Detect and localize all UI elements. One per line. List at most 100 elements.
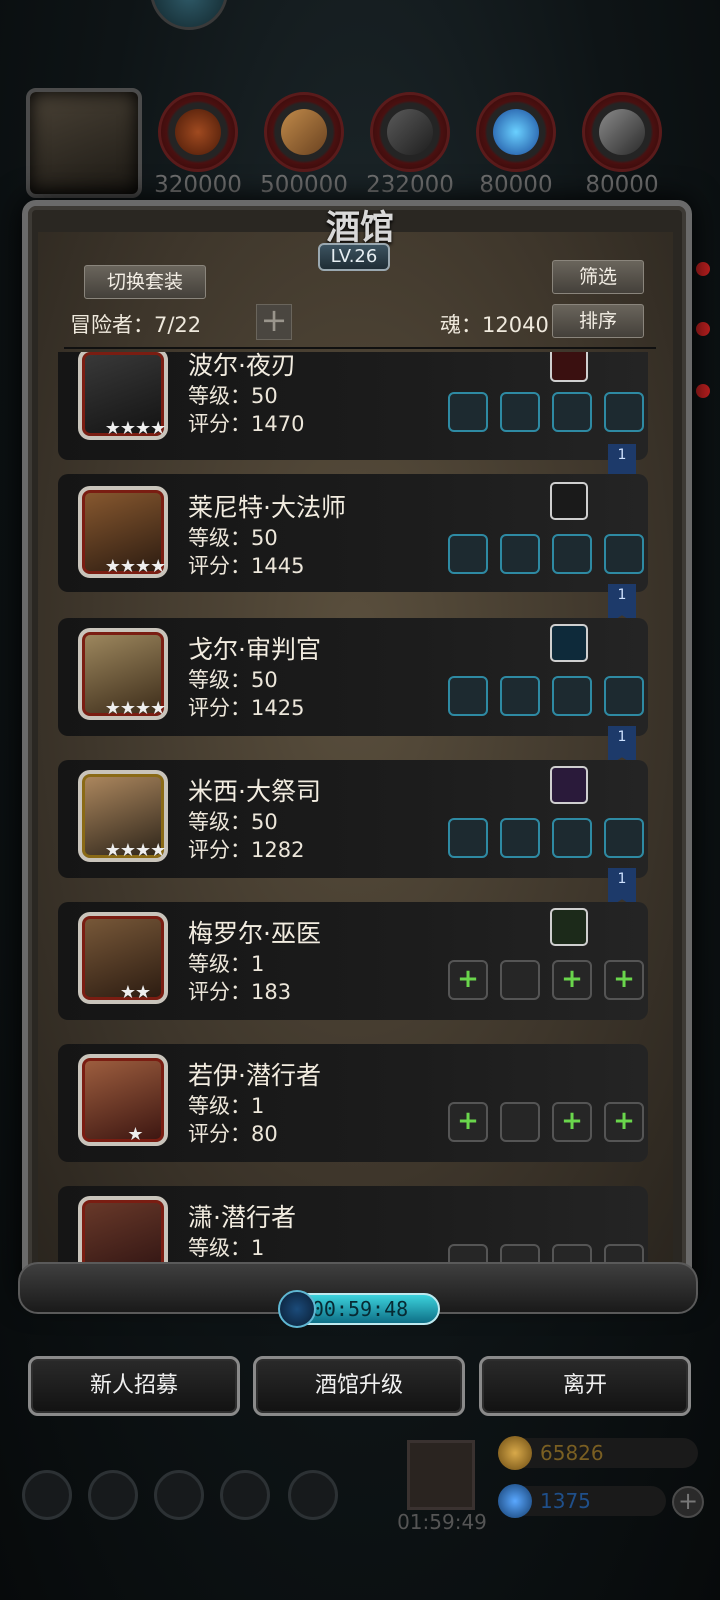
hero-level: 等级：1 — [188, 1094, 265, 1118]
hero-stars: ★ — [127, 1124, 143, 1145]
chest-timer: 01:59:49 — [397, 1510, 487, 1534]
hero-icon[interactable] — [88, 1470, 138, 1520]
filter-button[interactable]: 筛选 — [552, 260, 644, 294]
add-currency-button[interactable]: + — [672, 1486, 704, 1518]
inventory-icon[interactable] — [154, 1470, 204, 1520]
equipment-weapon-icon[interactable] — [448, 392, 488, 432]
gift-chest-icon[interactable] — [407, 1440, 475, 1510]
hero-name: 波尔·夜刃 — [188, 352, 296, 380]
resource-count: 80000 — [585, 172, 659, 198]
hero-score: 评分：1425 — [188, 696, 305, 720]
equipment-empty-ring-icon[interactable] — [552, 960, 592, 1000]
hero-score: 评分：1470 — [188, 412, 305, 436]
equipment-gauntlet-icon[interactable] — [604, 818, 644, 858]
top-avatar-bubble[interactable] — [150, 0, 228, 30]
soul-count: 魂：12040 — [440, 313, 549, 337]
add-adventurer-slot-button[interactable]: + — [256, 304, 292, 340]
mail-icon[interactable] — [220, 1470, 270, 1520]
gold-amount: 65826 — [540, 1441, 604, 1465]
resource-count: 80000 — [479, 172, 553, 198]
hero-card[interactable]: ★★★★ 戈尔·审判官 等级：50 评分：1425 — [58, 618, 648, 736]
hero-gem-icon[interactable] — [550, 766, 588, 804]
hero-card[interactable]: ★ 若伊·潜行者 等级：1 评分：80 — [58, 1044, 648, 1162]
equipment-ring-icon[interactable] — [552, 818, 592, 858]
hero-level: 等级：50 — [188, 384, 278, 408]
equipment-amulet-icon[interactable] — [604, 534, 644, 574]
hero-gem-icon[interactable] — [550, 482, 588, 520]
resource-crystal-icon — [476, 92, 556, 172]
equipment-empty-weapon-icon[interactable] — [448, 960, 488, 1000]
leave-button[interactable]: 离开 — [479, 1356, 691, 1416]
plus-icon: + — [260, 301, 288, 339]
hero-card[interactable]: ★★★★ 波尔·夜刃 等级：50 评分：1470 — [58, 352, 648, 460]
tavern-level-badge: LV.26 — [318, 243, 390, 271]
hero-stars: ★★ — [119, 982, 151, 1003]
hero-level: 等级：1 — [188, 1236, 265, 1260]
equipment-empty-ring-icon[interactable] — [604, 960, 644, 1000]
equipment-hammer-icon[interactable] — [448, 676, 488, 716]
equipment-empty-ring-icon[interactable] — [604, 1102, 644, 1142]
hero-score: 评分：80 — [188, 1122, 278, 1146]
hero-score: 评分：1282 — [188, 838, 305, 862]
gem-icon — [498, 1484, 532, 1518]
hero-score: 评分：1445 — [188, 554, 305, 578]
hero-stars: ★★★★ — [104, 840, 167, 861]
gold-coin-icon — [498, 1436, 532, 1470]
hero-stars: ★★★★ — [104, 698, 167, 719]
equipment-mace-icon[interactable] — [448, 818, 488, 858]
hero-list[interactable]: ★★★★ 波尔·夜刃 等级：50 评分：1470 1 ★★★★ 莱尼特·大法师 … — [48, 352, 658, 1277]
hero-name: 梅罗尔·巫医 — [188, 919, 321, 948]
resource-iron-icon — [582, 92, 662, 172]
resource-stone-icon — [370, 92, 450, 172]
hero-level: 等级：50 — [188, 526, 278, 550]
equipment-armor-icon[interactable] — [500, 392, 540, 432]
resource-count: 232000 — [366, 172, 454, 198]
equipment-empty-armor-icon[interactable] — [500, 960, 540, 1000]
shop-icon[interactable] — [288, 1470, 338, 1520]
hero-card[interactable]: ★★★★ 米西·大祭司 等级：50 评分：1282 — [58, 760, 648, 878]
hero-card[interactable]: ★★★★ 莱尼特·大法师 等级：50 评分：1445 — [58, 474, 648, 592]
equipment-amulet-icon[interactable] — [552, 534, 592, 574]
clock-icon — [278, 1290, 316, 1328]
hero-level: 等级：50 — [188, 668, 278, 692]
hero-name: 米西·大祭司 — [188, 777, 321, 806]
hero-gem-icon[interactable] — [550, 908, 588, 946]
recruit-button[interactable]: 新人招募 — [28, 1356, 240, 1416]
sort-button[interactable]: 排序 — [552, 304, 644, 338]
hero-name: 戈尔·审判官 — [188, 635, 321, 664]
equipment-helmet-icon[interactable] — [500, 534, 540, 574]
switch-outfit-button[interactable]: 切换套装 — [84, 265, 206, 299]
hero-gem-icon[interactable] — [550, 352, 588, 382]
resource-count: 500000 — [260, 172, 348, 198]
notification-dot — [696, 384, 710, 398]
notification-dot — [696, 322, 710, 336]
upgrade-tavern-button[interactable]: 酒馆升级 — [253, 1356, 465, 1416]
resource-meat-icon — [158, 92, 238, 172]
hero-gem-icon[interactable] — [550, 624, 588, 662]
equipment-armor-icon[interactable] — [500, 676, 540, 716]
settings-icon[interactable] — [22, 1470, 72, 1520]
equipment-ring-icon[interactable] — [604, 392, 644, 432]
hero-level: 等级：50 — [188, 810, 278, 834]
equipment-empty-armor-icon[interactable] — [500, 1102, 540, 1142]
panel-title: 酒馆 — [326, 208, 394, 248]
gem-amount: 1375 — [540, 1489, 591, 1513]
hero-stars: ★★★★ — [104, 556, 167, 577]
equipment-armor-icon[interactable] — [500, 818, 540, 858]
equipment-bracer-icon[interactable] — [552, 676, 592, 716]
resource-wood-icon — [264, 92, 344, 172]
resource-count: 320000 — [154, 172, 242, 198]
hero-name: 莱尼特·大法师 — [188, 493, 346, 522]
hero-stars: ★★★★ — [104, 418, 167, 439]
equipment-empty-weapon-icon[interactable] — [448, 1102, 488, 1142]
equipment-staff-icon[interactable] — [448, 534, 488, 574]
equipment-ring-icon[interactable] — [552, 392, 592, 432]
hero-level: 等级：1 — [188, 952, 265, 976]
player-portrait[interactable] — [26, 88, 142, 198]
equipment-empty-ring-icon[interactable] — [552, 1102, 592, 1142]
hero-score: 评分：183 — [188, 980, 292, 1004]
hero-card[interactable]: ★★ 梅罗尔·巫医 等级：1 评分：183 — [58, 902, 648, 1020]
equipment-amulet-icon[interactable] — [604, 676, 644, 716]
hero-name: 潇·潜行者 — [188, 1203, 296, 1232]
hero-name: 若伊·潜行者 — [188, 1061, 321, 1090]
